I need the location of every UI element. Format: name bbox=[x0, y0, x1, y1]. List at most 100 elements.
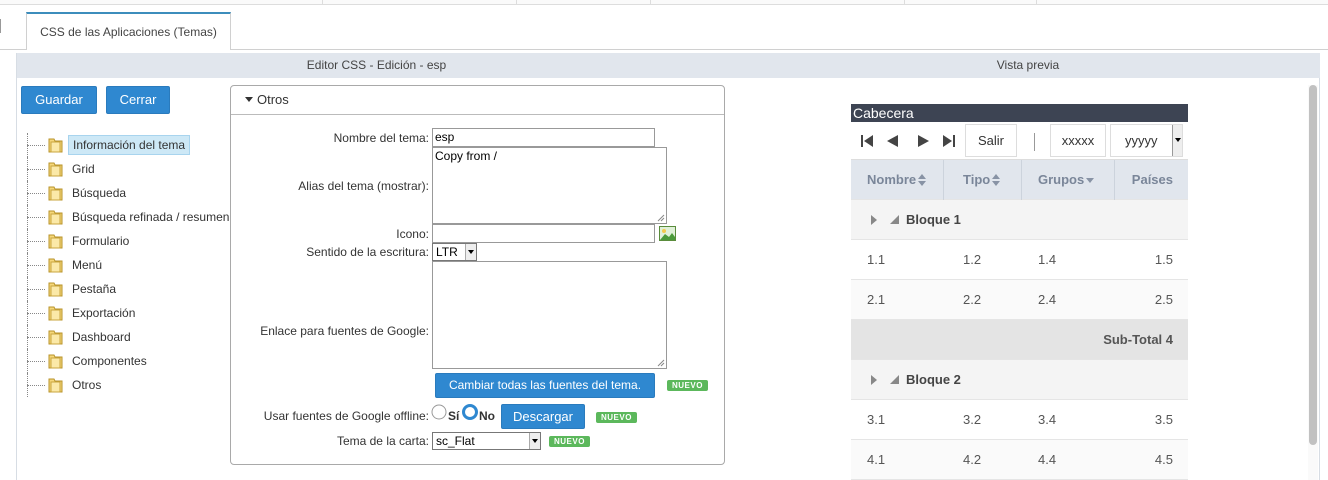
folder-icon bbox=[48, 209, 63, 225]
group-label: Bloque 1 bbox=[906, 212, 961, 227]
radio-yes[interactable] bbox=[431, 404, 447, 420]
new-badge: NUEVO bbox=[596, 412, 637, 423]
resize-handle-icon[interactable] bbox=[657, 359, 665, 367]
others-panel: Otros Nombre del tema: esp Alias del tem… bbox=[230, 85, 725, 465]
theme-name-input[interactable]: esp bbox=[432, 128, 655, 147]
expand-right-icon[interactable] bbox=[871, 215, 877, 225]
new-badge: NUEVO bbox=[667, 380, 708, 391]
tree-item-label: Búsqueda bbox=[72, 186, 127, 200]
tree-item[interactable]: Dashboard bbox=[25, 325, 235, 349]
preview-input-1[interactable]: xxxxx bbox=[1050, 124, 1106, 157]
caret-down-icon bbox=[245, 97, 253, 102]
preview-toolbar: Salir xxxxx yyyyy bbox=[851, 122, 1188, 160]
close-button[interactable]: Cerrar bbox=[106, 86, 170, 114]
download-button[interactable]: Descargar bbox=[501, 404, 585, 429]
tree-connector bbox=[25, 277, 45, 301]
previous-page-icon[interactable] bbox=[887, 135, 898, 147]
group-row[interactable]: Bloque 2 bbox=[851, 360, 1188, 400]
offline-fonts-label: Usar fuentes de Google offline: bbox=[263, 409, 429, 423]
tree-connector bbox=[25, 349, 45, 373]
table-row: 3.1 3.2 3.4 3.5 bbox=[851, 400, 1188, 440]
preview-scrollbar[interactable] bbox=[1308, 85, 1318, 480]
sort-icon bbox=[992, 174, 1001, 186]
scrollbar-thumb[interactable] bbox=[1309, 85, 1317, 445]
last-page-icon[interactable] bbox=[943, 135, 955, 147]
icon-label: Icono: bbox=[396, 227, 429, 241]
tree-item-label: Componentes bbox=[72, 354, 147, 368]
chart-theme-select[interactable]: sc_Flat bbox=[432, 432, 541, 450]
tree-connector bbox=[25, 133, 45, 157]
tree-connector bbox=[25, 373, 45, 397]
folder-icon bbox=[48, 185, 63, 201]
radio-no[interactable] bbox=[462, 404, 478, 420]
group-row[interactable]: Bloque 1 bbox=[851, 200, 1188, 240]
folder-icon bbox=[48, 281, 63, 297]
theme-name-label: Nombre del tema: bbox=[333, 131, 429, 145]
group-label: Bloque 2 bbox=[906, 372, 961, 387]
tree-connector bbox=[25, 157, 45, 181]
tree-connector bbox=[25, 301, 45, 325]
sort-desc-icon bbox=[1086, 178, 1095, 183]
tree-item[interactable]: Exportación bbox=[25, 301, 235, 325]
collapse-corner-icon[interactable] bbox=[890, 215, 899, 224]
tree-item[interactable]: Búsqueda bbox=[25, 181, 235, 205]
tree-item[interactable]: Información del tema bbox=[25, 133, 235, 157]
tree-item-label: Menú bbox=[72, 258, 103, 272]
main-frame: Editor CSS - Edición - esp Vista previa … bbox=[16, 53, 1320, 480]
preview-caption: Cabecera bbox=[851, 104, 1188, 122]
direction-label: Sentido de la escritura: bbox=[306, 245, 429, 259]
change-all-fonts-button[interactable]: Cambiar todas las fuentes del tema. bbox=[435, 373, 655, 398]
tree-item[interactable]: Otros bbox=[25, 373, 235, 397]
tree-item[interactable]: Pestaña bbox=[25, 277, 235, 301]
direction-select[interactable]: LTR bbox=[432, 243, 477, 261]
next-page-icon[interactable] bbox=[918, 135, 929, 147]
exit-button[interactable]: Salir bbox=[965, 124, 1017, 157]
panel-header[interactable]: Otros bbox=[231, 86, 724, 115]
toolbar-divider bbox=[1034, 133, 1035, 151]
preview-select-2[interactable]: yyyyy bbox=[1110, 124, 1183, 157]
new-badge: NUEVO bbox=[549, 436, 590, 447]
theme-preview: Cabecera Salir xxxxx yyyyy Nombre Tipo G… bbox=[851, 104, 1188, 480]
google-fonts-label: Enlace para fuentes de Google: bbox=[260, 324, 429, 338]
table-row: 4.1 4.2 4.4 4.5 bbox=[851, 440, 1188, 480]
table-row: 2.1 2.2 2.4 2.5 bbox=[851, 280, 1188, 320]
radio-yes-label: Sí bbox=[448, 409, 460, 423]
subtotal-row: Sub-Total 4 bbox=[851, 320, 1188, 360]
image-picker-icon[interactable] bbox=[659, 226, 676, 241]
column-header-grupos[interactable]: Grupos bbox=[1038, 160, 1095, 200]
tree-connector bbox=[25, 181, 45, 205]
column-header-paises[interactable]: Países bbox=[1132, 160, 1173, 200]
tree-item[interactable]: Formulario bbox=[25, 229, 235, 253]
folder-icon bbox=[48, 377, 63, 393]
folder-icon bbox=[48, 257, 63, 273]
table-header-row: Nombre Tipo Grupos Países bbox=[851, 160, 1188, 200]
alias-textarea[interactable]: Copy from / bbox=[432, 147, 667, 224]
google-fonts-textarea[interactable] bbox=[432, 261, 667, 369]
chart-theme-label: Tema de la carta: bbox=[336, 434, 429, 448]
tree-item-label: Información del tema bbox=[68, 135, 191, 155]
collapse-corner-icon[interactable] bbox=[890, 375, 899, 384]
save-button[interactable]: Guardar bbox=[21, 86, 97, 114]
chevron-down-icon bbox=[465, 244, 476, 260]
chevron-down-icon bbox=[529, 433, 540, 449]
tree-item-label: Pestaña bbox=[72, 282, 117, 296]
folder-icon bbox=[48, 353, 63, 369]
radio-no-label: No bbox=[479, 409, 495, 423]
tree-connector bbox=[25, 229, 45, 253]
expand-right-icon[interactable] bbox=[871, 375, 877, 385]
column-header-nombre[interactable]: Nombre bbox=[867, 160, 927, 200]
column-header-tipo[interactable]: Tipo bbox=[963, 160, 1001, 200]
resize-handle-icon[interactable] bbox=[657, 214, 665, 222]
tree-item[interactable]: Grid bbox=[25, 157, 235, 181]
tree-item[interactable]: Componentes bbox=[25, 349, 235, 373]
tree-item[interactable]: Búsqueda refinada / resumen bbox=[25, 205, 235, 229]
first-page-icon[interactable] bbox=[861, 135, 873, 147]
tree-item[interactable]: Menú bbox=[25, 253, 235, 277]
tree-item-label: Búsqueda refinada / resumen bbox=[72, 210, 230, 224]
tab-css-themes[interactable]: CSS de las Aplicaciones (Temas) bbox=[26, 12, 231, 50]
icon-input[interactable] bbox=[432, 224, 655, 243]
tree-item-label: Exportación bbox=[72, 306, 136, 320]
folder-icon bbox=[48, 329, 63, 345]
preview-table: Nombre Tipo Grupos Países Bloque 1 1.1 1.… bbox=[851, 160, 1188, 480]
direction-value: LTR bbox=[436, 245, 458, 259]
